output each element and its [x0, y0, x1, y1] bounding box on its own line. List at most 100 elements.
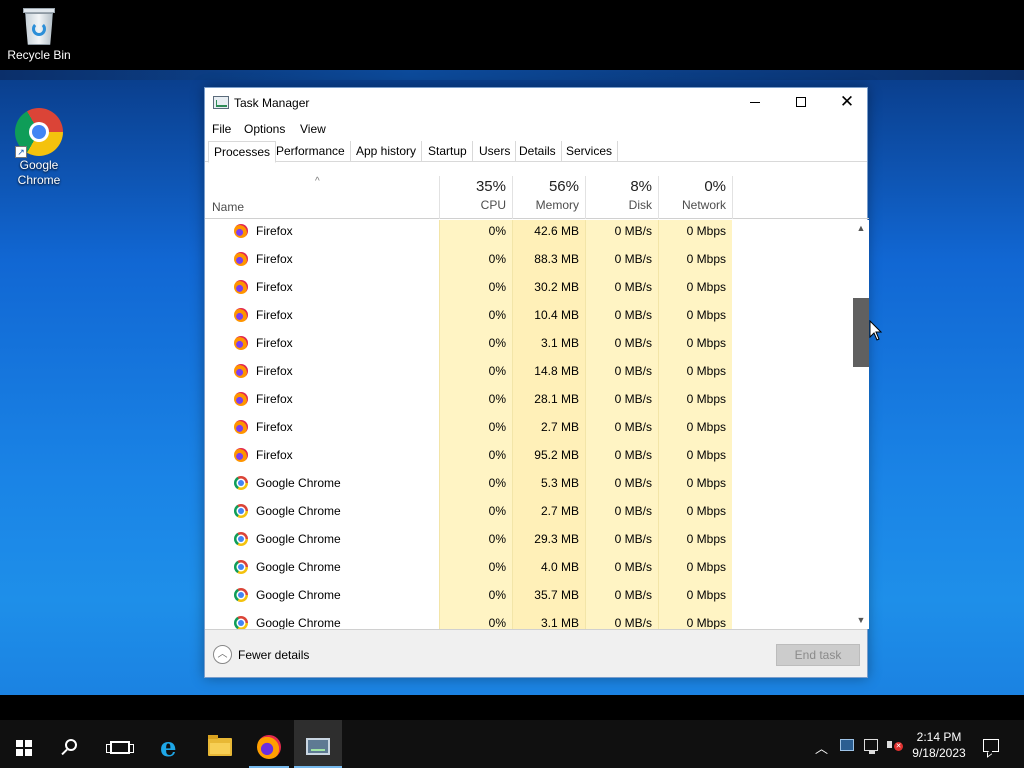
process-name: Firefox	[256, 420, 293, 434]
end-task-button[interactable]: End task	[776, 644, 860, 666]
table-row[interactable]: Firefox 0% 95.2 MB 0 MB/s 0 Mbps	[205, 444, 853, 472]
desktop-icon-recycle-bin[interactable]: Recycle Bin	[1, 6, 77, 63]
process-network: 0 Mbps	[658, 556, 732, 584]
table-row[interactable]: Firefox 0% 42.6 MB 0 MB/s 0 Mbps	[205, 220, 853, 248]
column-network[interactable]: 0% Network	[658, 176, 732, 219]
tab-processes[interactable]: Processes	[208, 141, 277, 163]
process-disk: 0 MB/s	[585, 248, 658, 276]
process-memory: 4.0 MB	[512, 556, 585, 584]
process-cpu: 0%	[439, 556, 512, 584]
fewer-details-link[interactable]: Fewer details	[238, 648, 309, 662]
process-name: Firefox	[256, 280, 293, 294]
tab-users[interactable]: Users	[474, 141, 517, 162]
search-button[interactable]	[48, 720, 96, 768]
table-row[interactable]: Firefox 0% 3.1 MB 0 MB/s 0 Mbps	[205, 332, 853, 360]
process-cpu: 0%	[439, 584, 512, 612]
network-total: 0%	[704, 178, 726, 195]
process-cpu: 0%	[439, 304, 512, 332]
network-label: Network	[681, 198, 726, 212]
tab-performance[interactable]: Performance	[271, 141, 351, 162]
process-name-cell: Firefox	[205, 444, 439, 472]
process-memory: 14.8 MB	[512, 360, 585, 388]
scrollbar-thumb[interactable]	[853, 298, 869, 367]
process-cpu: 0%	[439, 528, 512, 556]
system-clock[interactable]: 2:14 PM 9/18/2023	[905, 729, 973, 761]
tab-startup[interactable]: Startup	[423, 141, 473, 162]
process-network: 0 Mbps	[658, 612, 732, 629]
maximize-icon	[796, 97, 806, 108]
chevron-up-icon[interactable]: ︿	[815, 738, 828, 768]
process-name-cell: Google Chrome	[205, 584, 439, 612]
network-icon[interactable]	[864, 739, 878, 754]
process-cpu: 0%	[439, 276, 512, 304]
table-row[interactable]: Firefox 0% 30.2 MB 0 MB/s 0 Mbps	[205, 276, 853, 304]
task-view-button[interactable]	[96, 720, 144, 768]
table-row[interactable]: Google Chrome 0% 29.3 MB 0 MB/s 0 Mbps	[205, 528, 853, 556]
file-explorer-icon	[208, 735, 232, 756]
menu-view[interactable]: View	[300, 122, 326, 136]
menu-options[interactable]: Options	[244, 122, 285, 136]
taskbar-file-explorer[interactable]	[196, 720, 244, 768]
process-disk: 0 MB/s	[585, 612, 658, 629]
process-memory: 3.1 MB	[512, 612, 585, 629]
cpu-total: 35%	[475, 178, 506, 195]
process-cpu: 0%	[439, 472, 512, 500]
taskbar-firefox[interactable]	[245, 720, 293, 768]
process-name: Firefox	[256, 364, 293, 378]
notification-center-icon[interactable]	[983, 739, 999, 752]
start-button[interactable]	[0, 720, 48, 768]
process-cpu: 0%	[439, 332, 512, 360]
taskbar-internet-explorer[interactable]: e	[148, 720, 196, 768]
title-bar[interactable]: Task Manager ✕	[205, 88, 867, 118]
table-row[interactable]: Google Chrome 0% 4.0 MB 0 MB/s 0 Mbps	[205, 556, 853, 584]
minimize-button[interactable]	[732, 88, 778, 118]
maximize-button[interactable]	[778, 88, 824, 118]
process-network: 0 Mbps	[658, 584, 732, 612]
table-row[interactable]: Google Chrome 0% 35.7 MB 0 MB/s 0 Mbps	[205, 584, 853, 612]
process-disk: 0 MB/s	[585, 304, 658, 332]
process-disk: 0 MB/s	[585, 556, 658, 584]
process-name: Google Chrome	[256, 532, 341, 546]
menu-file[interactable]: File	[212, 122, 231, 136]
clock-time: 2:14 PM	[916, 730, 962, 744]
column-name[interactable]: Name	[212, 200, 244, 214]
column-memory[interactable]: 56% Memory	[512, 176, 585, 219]
column-cpu[interactable]: 35% CPU	[439, 176, 512, 219]
process-network: 0 Mbps	[658, 304, 732, 332]
table-row[interactable]: Firefox 0% 14.8 MB 0 MB/s 0 Mbps	[205, 360, 853, 388]
column-disk[interactable]: 8% Disk	[585, 176, 658, 219]
process-disk: 0 MB/s	[585, 276, 658, 304]
table-row[interactable]: Firefox 0% 28.1 MB 0 MB/s 0 Mbps	[205, 388, 853, 416]
sort-ascending-icon: ^	[315, 176, 320, 187]
process-cpu: 0%	[439, 248, 512, 276]
task-manager-icon	[213, 96, 229, 109]
process-name: Google Chrome	[256, 476, 341, 490]
process-name: Firefox	[256, 448, 293, 462]
taskbar-task-manager[interactable]	[294, 720, 342, 768]
scroll-up-icon[interactable]: ▲	[853, 220, 869, 237]
table-row[interactable]: Google Chrome 0% 5.3 MB 0 MB/s 0 Mbps	[205, 472, 853, 500]
windows-defender-icon[interactable]	[840, 739, 854, 751]
process-memory: 30.2 MB	[512, 276, 585, 304]
shortcut-arrow-icon: ↗	[15, 146, 27, 158]
minimize-icon	[750, 101, 760, 103]
firefox-icon	[234, 420, 248, 434]
table-row[interactable]: Google Chrome 0% 2.7 MB 0 MB/s 0 Mbps	[205, 500, 853, 528]
table-row[interactable]: Firefox 0% 88.3 MB 0 MB/s 0 Mbps	[205, 248, 853, 276]
table-row[interactable]: Firefox 0% 2.7 MB 0 MB/s 0 Mbps	[205, 416, 853, 444]
chevron-up-icon[interactable]: ︿	[213, 645, 232, 664]
table-row[interactable]: Google Chrome 0% 3.1 MB 0 MB/s 0 Mbps	[205, 612, 853, 629]
volume-muted-icon[interactable]: ✕	[887, 739, 903, 751]
process-memory: 42.6 MB	[512, 220, 585, 248]
process-disk: 0 MB/s	[585, 332, 658, 360]
tab-details[interactable]: Details	[514, 141, 562, 162]
process-name: Google Chrome	[256, 560, 341, 574]
vertical-scrollbar[interactable]: ▲ ▼	[853, 220, 869, 629]
tab-app-history[interactable]: App history	[351, 141, 423, 162]
scroll-down-icon[interactable]: ▼	[853, 612, 869, 629]
desktop-icon-google-chrome[interactable]: ↗ Google Chrome	[1, 108, 77, 188]
tab-services[interactable]: Services	[561, 141, 619, 162]
close-button[interactable]: ✕	[824, 88, 870, 118]
column-header: ^ Name 35% CPU 56% Memory 8% Disk 0% Net…	[205, 176, 869, 219]
table-row[interactable]: Firefox 0% 10.4 MB 0 MB/s 0 Mbps	[205, 304, 853, 332]
